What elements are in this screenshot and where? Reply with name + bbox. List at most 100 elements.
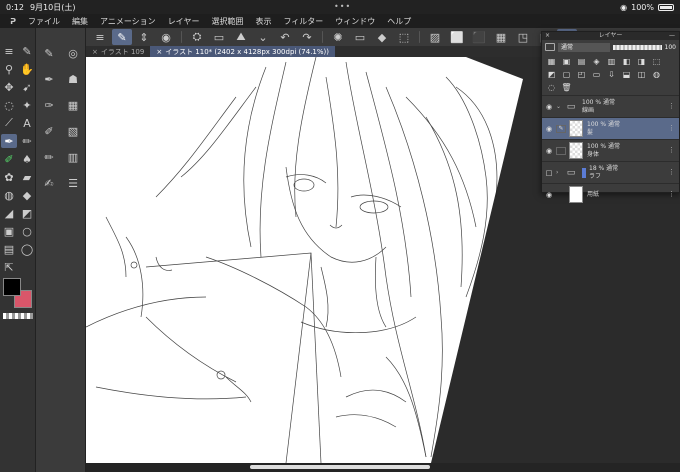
- layer-mask-icon[interactable]: [545, 43, 555, 51]
- layer-settings-icon[interactable]: ▦: [546, 56, 557, 67]
- deselect-icon[interactable]: ⬜: [447, 29, 467, 45]
- menu-window[interactable]: ウィンドウ: [329, 16, 381, 27]
- close-icon[interactable]: ×: [545, 32, 550, 40]
- lock-box[interactable]: [556, 191, 566, 199]
- pen-edit-icon[interactable]: ✎: [556, 124, 566, 133]
- new-canvas-icon[interactable]: ⛭: [187, 29, 207, 45]
- expand-icon[interactable]: ◳: [513, 29, 533, 45]
- pen-tool-icon[interactable]: ✒: [1, 134, 17, 148]
- gpen-subtool-icon[interactable]: ✒: [38, 70, 60, 88]
- layer-more-icon[interactable]: ◌: [546, 82, 557, 93]
- menu-icon[interactable]: ≡: [1, 44, 17, 58]
- layer-color-icon[interactable]: ◍: [651, 69, 662, 80]
- redo-icon[interactable]: ↷: [297, 29, 317, 45]
- chevron-down-icon[interactable]: ⌄: [253, 29, 273, 45]
- eye-icon[interactable]: ◉: [542, 125, 556, 133]
- ruler-icon[interactable]: ○: [19, 224, 35, 238]
- layer-row-lineart-folder[interactable]: ◉ ⌄ ▭ 100 % 通常 線画 ⋮: [542, 95, 679, 117]
- select-all-icon[interactable]: ▦: [491, 29, 511, 45]
- multitask-dots[interactable]: •••: [334, 2, 351, 11]
- decoration-icon[interactable]: ✿: [1, 170, 17, 184]
- merge-icon[interactable]: ⬓: [621, 69, 632, 80]
- hand-icon[interactable]: ✋: [19, 62, 35, 76]
- new-vector-layer-icon[interactable]: ◰: [576, 69, 587, 80]
- layer-ruler-icon[interactable]: ⬚: [651, 56, 662, 67]
- open-icon[interactable]: ▭: [209, 29, 229, 45]
- menu-edit[interactable]: 編集: [66, 16, 94, 27]
- invert-icon[interactable]: ⬛: [469, 29, 489, 45]
- minimize-icon[interactable]: —: [669, 32, 675, 40]
- layer-alpha-lock-icon[interactable]: ◈: [591, 56, 602, 67]
- eye-hidden-icon[interactable]: □: [542, 169, 556, 177]
- pen-subtool-4-icon[interactable]: ✍: [38, 174, 60, 192]
- tab-illust-110[interactable]: × イラスト 110* (2402 x 4128px 300dpi (74.1%…: [150, 46, 335, 57]
- layer-row-paper[interactable]: ◉ 用紙 ⋮: [542, 183, 679, 205]
- pencil-icon[interactable]: ✏: [19, 134, 35, 148]
- layer-menu-icon[interactable]: ⋮: [668, 146, 675, 154]
- trash-icon[interactable]: 🗑: [561, 82, 572, 93]
- layer-menu-icon[interactable]: ⋮: [668, 102, 675, 110]
- zoom-icon[interactable]: ⚲: [1, 62, 17, 76]
- chevrons-icon[interactable]: ⇕: [134, 29, 154, 45]
- tab-illust-109[interactable]: × イラスト 109: [86, 46, 150, 57]
- layer-row-body[interactable]: ◉ 100 % 通常 身体 ⋮: [542, 139, 679, 161]
- opacity-slider[interactable]: [613, 44, 662, 50]
- subtool-detail-icon[interactable]: ◎: [62, 44, 84, 62]
- layer-row-hair[interactable]: ◉ ✎ 100 % 通常 髪 ⋮: [542, 117, 679, 139]
- lock-box[interactable]: [556, 146, 566, 155]
- eye-icon[interactable]: ◉: [542, 103, 556, 111]
- layer-palette-icon[interactable]: ◩: [546, 69, 557, 80]
- pen-subtool-3-icon[interactable]: ✏: [38, 148, 60, 166]
- fill-icon[interactable]: ◆: [19, 188, 35, 202]
- record-icon[interactable]: ◉: [156, 29, 176, 45]
- material-icon[interactable]: ▧: [62, 122, 84, 140]
- eyedropper-icon[interactable]: ⟋: [1, 116, 17, 130]
- transfer-down-icon[interactable]: ⇩: [606, 69, 617, 80]
- settings-icon[interactable]: ✺: [328, 29, 348, 45]
- pen-command-icon[interactable]: ✎: [112, 29, 132, 45]
- layer-menu-icon[interactable]: ⋮: [668, 124, 675, 132]
- layer-menu-icon[interactable]: ⋮: [668, 190, 675, 198]
- menu-file[interactable]: ファイル: [22, 16, 66, 27]
- new-raster-layer-icon[interactable]: ▢: [561, 69, 572, 80]
- layer-menu-icon[interactable]: ⋮: [668, 168, 675, 176]
- layer-clip-icon[interactable]: ▣: [561, 56, 572, 67]
- hamburger-icon[interactable]: ≡: [90, 29, 110, 45]
- menu-selection[interactable]: 選択範囲: [205, 16, 249, 27]
- mask-add-icon[interactable]: ◫: [636, 69, 647, 80]
- chevron-down-icon[interactable]: ⌄: [556, 103, 564, 110]
- transparent-color-swatch[interactable]: [3, 313, 33, 319]
- history-icon[interactable]: ▥: [62, 148, 84, 166]
- move-icon[interactable]: ✥: [1, 80, 17, 94]
- pen-subtool-icon[interactable]: ✎: [38, 44, 60, 62]
- blend-icon[interactable]: ◍: [1, 188, 17, 202]
- fill-command-icon[interactable]: ◆: [372, 29, 392, 45]
- eye-icon[interactable]: ◉: [542, 147, 556, 155]
- chevron-right-icon[interactable]: ›: [556, 169, 564, 176]
- balloon-icon[interactable]: ▤: [1, 242, 17, 256]
- save-icon[interactable]: ⛰: [231, 29, 251, 45]
- grid-icon[interactable]: ▨: [425, 29, 445, 45]
- menu-help[interactable]: ヘルプ: [381, 16, 417, 27]
- navigator-icon[interactable]: ☗: [62, 70, 84, 88]
- eraser-icon[interactable]: ▰: [19, 170, 35, 184]
- undo-icon[interactable]: ↶: [275, 29, 295, 45]
- gradient-icon[interactable]: ◢: [1, 206, 17, 220]
- layer-reference-icon[interactable]: ▥: [606, 56, 617, 67]
- transform-icon[interactable]: ⬚: [394, 29, 414, 45]
- menu-view[interactable]: 表示: [249, 16, 277, 27]
- layer-draft-icon[interactable]: ◧: [621, 56, 632, 67]
- frame-icon[interactable]: ▣: [1, 224, 17, 238]
- pen-subtool-2-icon[interactable]: ✐: [38, 122, 60, 140]
- eye-icon[interactable]: ◉: [542, 191, 556, 199]
- brush-icon[interactable]: ✐: [1, 152, 17, 166]
- home-indicator[interactable]: [250, 465, 430, 469]
- menu-layer[interactable]: レイヤー: [162, 16, 206, 27]
- list-icon[interactable]: ☰: [62, 174, 84, 192]
- operation-icon[interactable]: ➹: [19, 80, 35, 94]
- close-icon[interactable]: ×: [156, 48, 162, 56]
- blend-mode-select[interactable]: 通常: [558, 42, 610, 52]
- marker-subtool-icon[interactable]: ✑: [38, 96, 60, 114]
- layer-row-rough-folder[interactable]: □ › ▭ 18 % 通常 ラフ ⋮: [542, 161, 679, 183]
- layer-property-icon[interactable]: ▦: [62, 96, 84, 114]
